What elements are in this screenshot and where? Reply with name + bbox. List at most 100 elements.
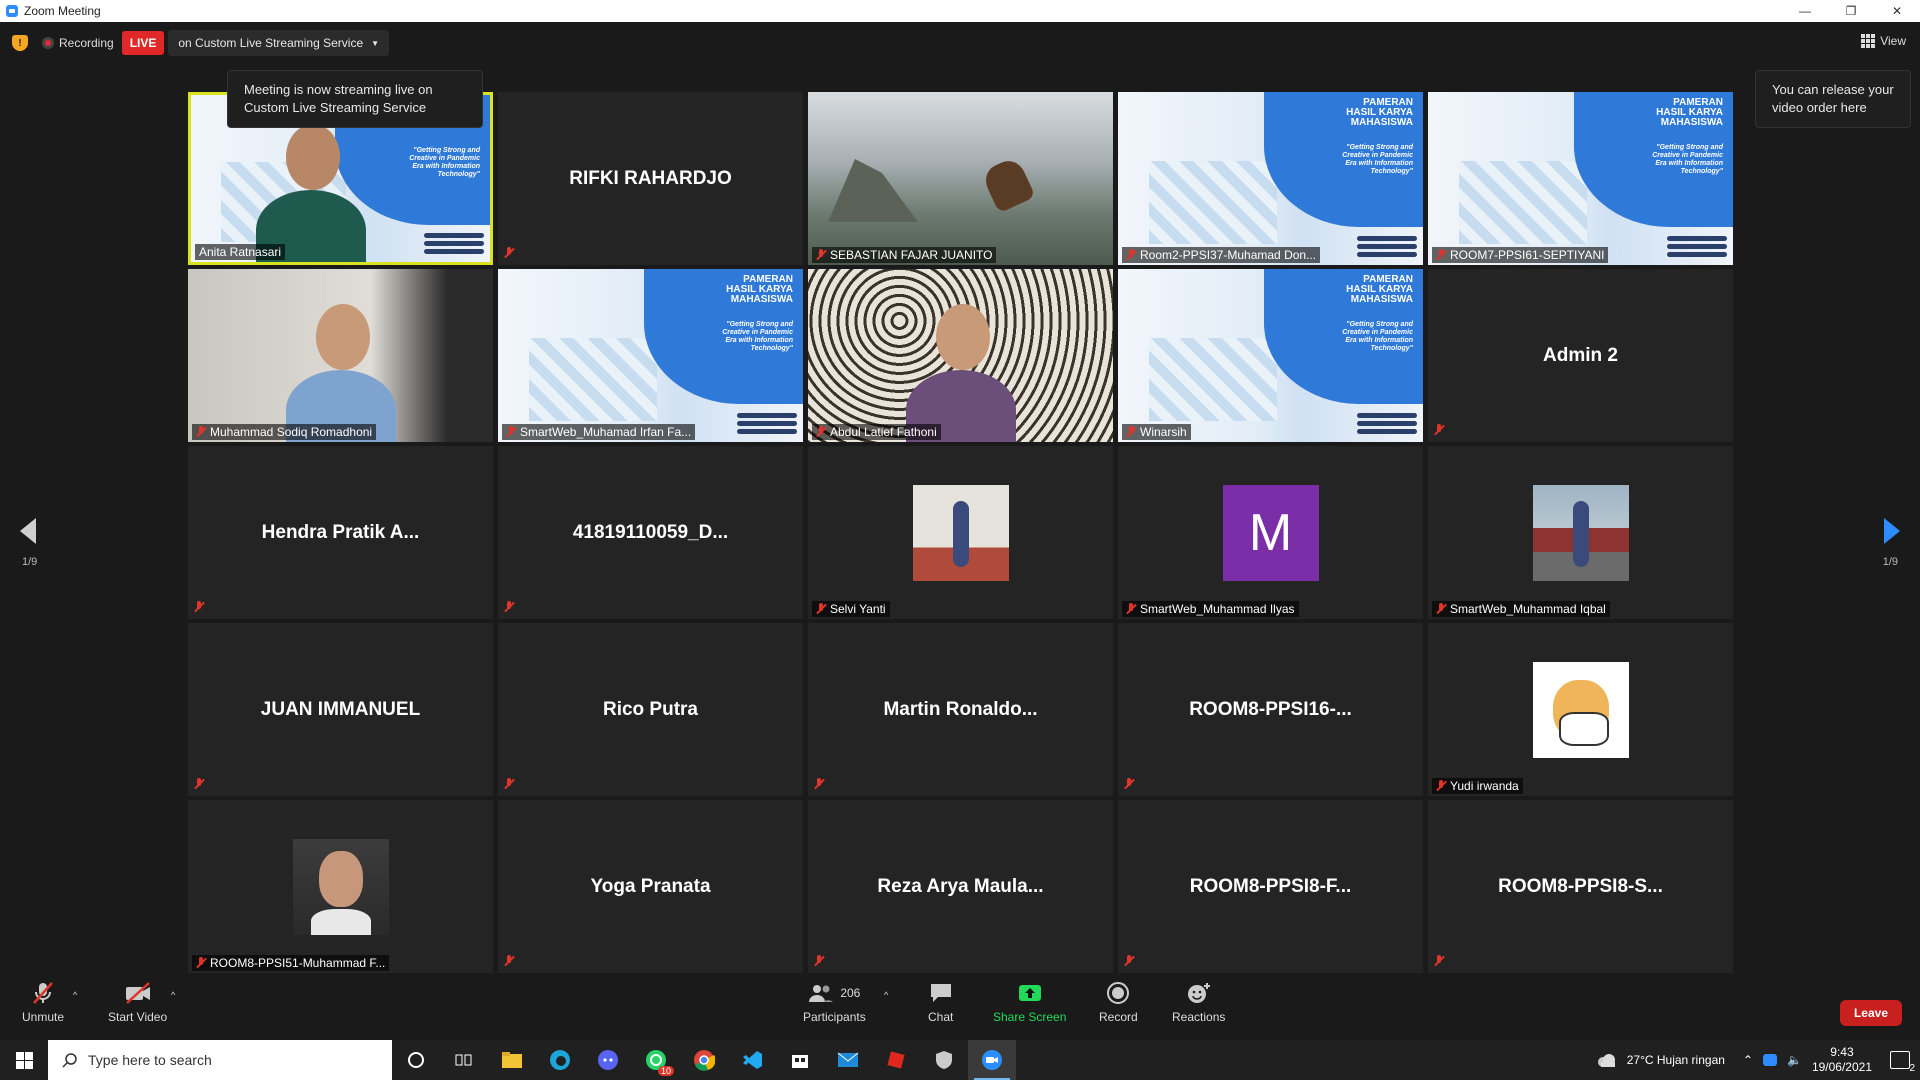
zoom-taskbar-icon[interactable]	[968, 1040, 1016, 1080]
pdf-reader-icon[interactable]	[872, 1040, 920, 1080]
slide-tagline: "Getting Strong and Creative in Pandemic…	[722, 321, 793, 352]
caret-down-icon: ▼	[371, 38, 380, 48]
security-shield-icon[interactable]: !	[12, 35, 28, 51]
participant-tile[interactable]: Abdul Latief Fathoni	[808, 269, 1113, 442]
leave-button[interactable]: Leave	[1839, 1000, 1902, 1026]
chrome-icon[interactable]	[680, 1040, 728, 1080]
recording-indicator[interactable]: Recording	[42, 36, 114, 50]
file-explorer-icon[interactable]	[488, 1040, 536, 1080]
participant-tile[interactable]: PAMERAN HASIL KARYA MAHASISWA "Getting St…	[1118, 92, 1423, 265]
participant-tile[interactable]: PAMERAN HASIL KARYA MAHASISWA "Getting St…	[498, 269, 803, 442]
participant-tile[interactable]: Yudi irwanda	[1428, 623, 1733, 796]
notification-center-icon[interactable]: 2	[1890, 1051, 1915, 1074]
share-screen-button[interactable]: Share Screen	[993, 980, 1066, 1024]
search-icon	[62, 1053, 77, 1068]
participant-tile[interactable]: PAMERAN HASIL KARYA MAHASISWA "Getting St…	[1428, 92, 1733, 265]
slide-tagline: "Getting Strong and Creative in Pandemic…	[409, 147, 480, 178]
participant-name-label: ROOM8-PPSI51-Muhammad F...	[192, 955, 390, 971]
view-button[interactable]: View	[1861, 34, 1906, 48]
video-options-caret-icon[interactable]: ^	[171, 990, 175, 1000]
participant-name-label: Room2-PPSI37-Muhamad Don...	[1122, 247, 1321, 263]
participant-tile[interactable]: SEBASTIAN FAJAR JUANITO	[808, 92, 1113, 265]
shared-slide-video: PAMERAN HASIL KARYA MAHASISWA "Getting St…	[1118, 269, 1423, 442]
participant-name-label: SmartWeb_Muhammad Ilyas	[1122, 601, 1299, 617]
muted-mic-icon	[504, 601, 514, 613]
participant-tile[interactable]: SmartWeb_Muhammad Iqbal	[1428, 446, 1733, 619]
restore-button[interactable]: ❐	[1828, 0, 1874, 22]
participant-tile[interactable]: Selvi Yanti	[808, 446, 1113, 619]
participant-tile[interactable]: Yoga Pranata	[498, 800, 803, 973]
muted-mic-icon	[1124, 955, 1134, 967]
participant-tile[interactable]: Reza Arya Maula...	[808, 800, 1113, 973]
participant-name: Abdul Latief Fathoni	[830, 425, 937, 439]
muted-mic-icon	[1126, 603, 1136, 615]
clock-date: 19/06/2021	[1811, 1060, 1872, 1074]
participant-name-label: Anita Ratnasari	[195, 244, 286, 260]
system-clock[interactable]: 9:43 19/06/2021	[1812, 1045, 1872, 1075]
start-button[interactable]	[0, 1040, 48, 1080]
participant-tile[interactable]: Hendra Pratik A...	[188, 446, 493, 619]
participant-tile[interactable]: RIFKI RAHARDJO	[498, 92, 803, 265]
cortana-icon[interactable]	[392, 1040, 440, 1080]
view-label: View	[1880, 34, 1906, 48]
record-button[interactable]: Record	[1099, 980, 1138, 1024]
clock-time: 9:43	[1830, 1045, 1854, 1059]
shield-app-icon[interactable]	[920, 1040, 968, 1080]
reactions-button[interactable]: Reactions	[1172, 980, 1225, 1024]
task-view-icon[interactable]	[440, 1040, 488, 1080]
participants-button[interactable]: 206 Participants	[803, 980, 866, 1024]
whatsapp-icon[interactable]: 10	[632, 1040, 680, 1080]
discord-icon[interactable]	[584, 1040, 632, 1080]
unmute-button[interactable]: Unmute	[22, 980, 64, 1024]
participant-tile[interactable]: Rico Putra	[498, 623, 803, 796]
weather-text[interactable]: 27°C Hujan ringan	[1627, 1053, 1725, 1067]
muted-mic-icon	[1436, 780, 1446, 792]
participant-tile[interactable]: 41819110059_D...	[498, 446, 803, 619]
participant-display-name: JUAN IMMANUEL	[260, 698, 421, 720]
close-button[interactable]: ✕	[1874, 0, 1920, 22]
zoom-tray-icon[interactable]	[1762, 1054, 1777, 1066]
vscode-icon[interactable]	[728, 1040, 776, 1080]
participant-tile[interactable]: ROOM8-PPSI51-Muhammad F...	[188, 800, 493, 973]
muted-mic-icon	[1126, 426, 1136, 438]
participant-tile[interactable]: JUAN IMMANUEL	[188, 623, 493, 796]
volume-icon[interactable]: 🔈	[1787, 1053, 1802, 1067]
live-badge[interactable]: LIVE	[121, 31, 165, 55]
next-page-arrow-icon[interactable]	[1884, 518, 1900, 544]
participant-tile[interactable]: Martin Ronaldo...	[808, 623, 1113, 796]
mail-icon[interactable]	[824, 1040, 872, 1080]
participant-tile[interactable]: Muhammad Sodiq Romadhoni	[188, 269, 493, 442]
whatsapp-badge: 10	[657, 1066, 674, 1076]
participant-tile[interactable]: ROOM8-PPSI16-...	[1118, 623, 1423, 796]
participant-tile[interactable]: M SmartWeb_Muhammad Ilyas	[1118, 446, 1423, 619]
audio-options-caret-icon[interactable]: ^	[73, 990, 77, 1000]
participant-display-name: ROOM8-PPSI8-S...	[1498, 875, 1663, 897]
record-dot-icon	[42, 37, 54, 49]
participant-tile[interactable]: Admin 2	[1428, 269, 1733, 442]
grid-view-icon	[1861, 34, 1876, 48]
minimize-button[interactable]: —	[1782, 0, 1828, 22]
taskbar-search-box[interactable]: Type here to search	[48, 1040, 392, 1080]
tray-overflow-icon[interactable]: ⌃	[1743, 1053, 1753, 1067]
participant-display-name: ROOM8-PPSI16-...	[1189, 698, 1352, 720]
stream-service-dropdown[interactable]: on Custom Live Streaming Service ▼	[168, 30, 390, 56]
webcam-video	[808, 269, 1113, 442]
chat-button[interactable]: Chat	[928, 980, 953, 1024]
participant-name-label: Yudi irwanda	[1432, 778, 1523, 794]
video-off-icon	[123, 980, 153, 1006]
slide-tagline: "Getting Strong and Creative in Pandemic…	[1652, 144, 1723, 175]
slide-title: PAMERAN HASIL KARYA MAHASISWA	[726, 274, 793, 305]
participant-display-name: Martin Ronaldo...	[883, 698, 1038, 720]
participant-tile[interactable]: ROOM8-PPSI8-F...	[1118, 800, 1423, 973]
participant-tile[interactable]: PAMERAN HASIL KARYA MAHASISWA "Getting St…	[1118, 269, 1423, 442]
store-icon[interactable]	[776, 1040, 824, 1080]
muted-mic-icon	[814, 955, 824, 967]
edge-browser-icon[interactable]	[536, 1040, 584, 1080]
previous-page-arrow-icon[interactable]	[20, 518, 36, 544]
muted-mic-icon	[504, 955, 514, 967]
participants-count: 206	[840, 986, 861, 1000]
participant-tile[interactable]: ROOM8-PPSI8-S...	[1428, 800, 1733, 973]
participants-caret-icon[interactable]: ^	[884, 990, 888, 1000]
window-title: Zoom Meeting	[24, 4, 101, 18]
start-video-button[interactable]: Start Video	[108, 980, 167, 1024]
